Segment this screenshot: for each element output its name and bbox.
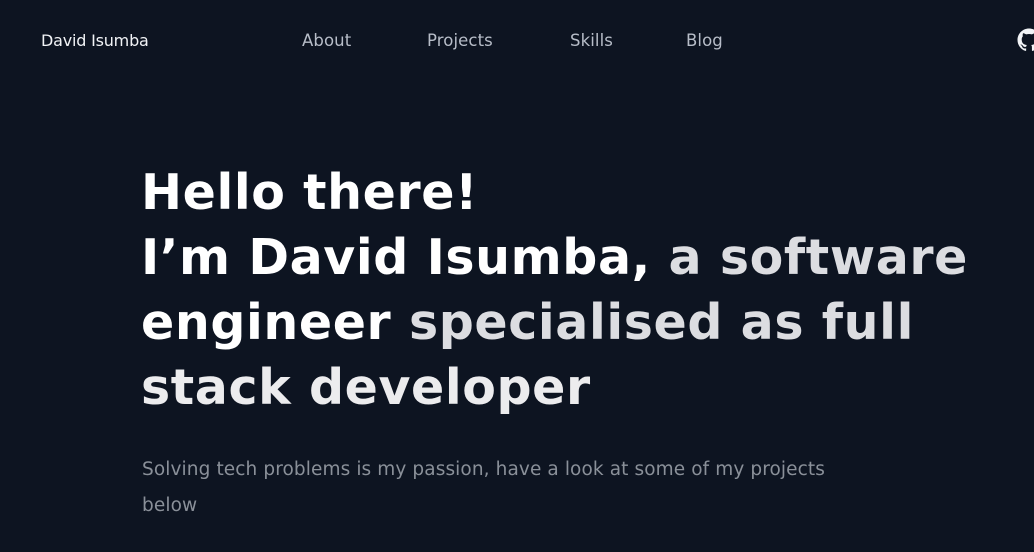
github-icon <box>1017 28 1034 51</box>
page: David Isumba About Projects Skills Blog … <box>0 0 1034 552</box>
github-link[interactable] <box>1017 28 1034 52</box>
hero-line-role: engineer specialised as full <box>141 290 1021 355</box>
hero-engineer-text: engineer <box>141 294 392 351</box>
hero-heading: Hello there! I’m David Isumba, a softwar… <box>141 160 1021 420</box>
nav-link-projects[interactable]: Projects <box>427 31 493 51</box>
hero-subtitle: Solving tech problems is my passion, hav… <box>142 459 826 516</box>
hero-line-greeting: Hello there! <box>141 164 479 221</box>
hero-line-intro: I’m David Isumba, a software <box>141 225 1021 290</box>
hero-specialty-text: specialised as full <box>391 294 914 351</box>
hero-role-text: a software <box>650 229 968 286</box>
nav-link-about[interactable]: About <box>302 31 351 51</box>
hero-line-stack: stack developer <box>141 359 591 416</box>
nav-link-skills[interactable]: Skills <box>570 31 613 51</box>
hero-name-text: I’m David Isumba, <box>141 229 651 286</box>
brand-link[interactable]: David Isumba <box>41 31 149 51</box>
nav-link-blog[interactable]: Blog <box>686 31 723 51</box>
